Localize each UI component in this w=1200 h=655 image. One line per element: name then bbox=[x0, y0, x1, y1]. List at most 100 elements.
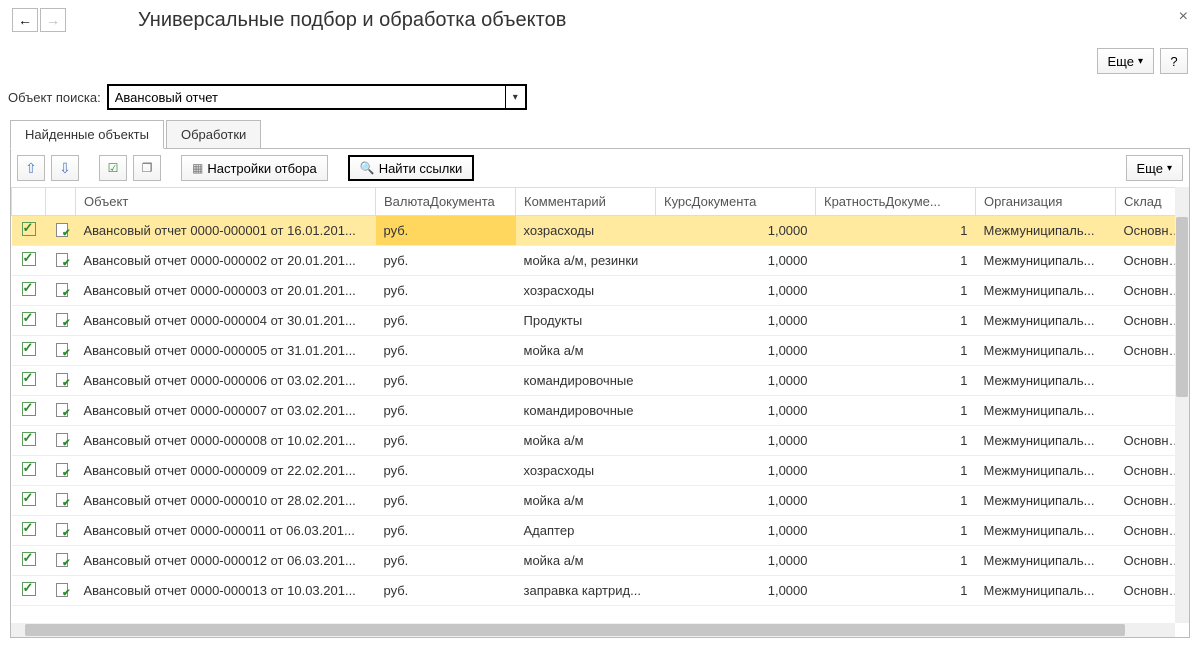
cell-mult: 1 bbox=[816, 516, 976, 546]
more-label: Еще bbox=[1137, 161, 1163, 176]
cell-rate: 1,0000 bbox=[656, 486, 816, 516]
cell-currency: руб. bbox=[376, 456, 516, 486]
search-dropdown-toggle[interactable]: ▾ bbox=[505, 86, 525, 108]
cell-mult: 1 bbox=[816, 246, 976, 276]
document-icon bbox=[54, 222, 68, 236]
table-row[interactable]: Авансовый отчет 0000-000011 от 06.03.201… bbox=[12, 516, 1190, 546]
cell-org: Межмуниципаль... bbox=[976, 516, 1116, 546]
row-checkbox[interactable] bbox=[22, 582, 36, 596]
arrow-left-icon: ← bbox=[18, 12, 32, 28]
row-checkbox[interactable] bbox=[22, 552, 36, 566]
cell-object: Авансовый отчет 0000-000005 от 31.01.201… bbox=[76, 336, 376, 366]
filter-settings-button[interactable]: ▦ Настройки отбора bbox=[181, 155, 328, 181]
check-all-button[interactable]: ☑ bbox=[99, 155, 127, 181]
table-row[interactable]: Авансовый отчет 0000-000013 от 10.03.201… bbox=[12, 576, 1190, 606]
horizontal-scrollbar-thumb[interactable] bbox=[25, 624, 1125, 636]
cell-currency: руб. bbox=[376, 516, 516, 546]
row-checkbox[interactable] bbox=[22, 252, 36, 266]
cell-comment: мойка а/м, резинки bbox=[516, 246, 656, 276]
document-icon bbox=[54, 522, 68, 536]
copy-button[interactable]: ❐ bbox=[133, 155, 161, 181]
cell-object: Авансовый отчет 0000-000011 от 06.03.201… bbox=[76, 516, 376, 546]
cell-currency: руб. bbox=[376, 246, 516, 276]
cell-comment: хозрасходы bbox=[516, 276, 656, 306]
table-row[interactable]: Авансовый отчет 0000-000006 от 03.02.201… bbox=[12, 366, 1190, 396]
results-table: Объект ВалютаДокумента Комментарий КурсД… bbox=[11, 187, 1189, 606]
col-comment[interactable]: Комментарий bbox=[516, 188, 656, 216]
cell-currency: руб. bbox=[376, 216, 516, 246]
cell-comment: мойка а/м bbox=[516, 426, 656, 456]
col-currency[interactable]: ВалютаДокумента bbox=[376, 188, 516, 216]
search-label: Объект поиска: bbox=[8, 90, 101, 105]
horizontal-scrollbar[interactable] bbox=[11, 623, 1175, 637]
arrow-up-icon: ⇧ bbox=[25, 160, 37, 177]
forward-button[interactable]: → bbox=[40, 8, 66, 32]
page-title: Универсальные подбор и обработка объекто… bbox=[138, 9, 566, 32]
col-mult[interactable]: КратностьДокуме... bbox=[816, 188, 976, 216]
cell-currency: руб. bbox=[376, 306, 516, 336]
close-button[interactable]: × bbox=[1179, 8, 1188, 26]
cell-currency: руб. bbox=[376, 366, 516, 396]
cell-org: Межмуниципаль... bbox=[976, 426, 1116, 456]
table-row[interactable]: Авансовый отчет 0000-000001 от 16.01.201… bbox=[12, 216, 1190, 246]
row-checkbox[interactable] bbox=[22, 522, 36, 536]
col-check[interactable] bbox=[12, 188, 46, 216]
help-button[interactable]: ? bbox=[1160, 48, 1188, 74]
row-checkbox[interactable] bbox=[22, 222, 36, 236]
cell-mult: 1 bbox=[816, 396, 976, 426]
row-checkbox[interactable] bbox=[22, 432, 36, 446]
cell-org: Межмуниципаль... bbox=[976, 246, 1116, 276]
cell-rate: 1,0000 bbox=[656, 546, 816, 576]
cell-rate: 1,0000 bbox=[656, 276, 816, 306]
cell-mult: 1 bbox=[816, 426, 976, 456]
table-row[interactable]: Авансовый отчет 0000-000003 от 20.01.201… bbox=[12, 276, 1190, 306]
find-links-button[interactable]: 🔍 Найти ссылки bbox=[348, 155, 475, 181]
cell-mult: 1 bbox=[816, 576, 976, 606]
vertical-scrollbar[interactable] bbox=[1175, 187, 1189, 623]
table-row[interactable]: Авансовый отчет 0000-000009 от 22.02.201… bbox=[12, 456, 1190, 486]
vertical-scrollbar-thumb[interactable] bbox=[1176, 217, 1188, 397]
col-object[interactable]: Объект bbox=[76, 188, 376, 216]
cell-org: Межмуниципаль... bbox=[976, 306, 1116, 336]
cell-comment: Продукты bbox=[516, 306, 656, 336]
document-icon bbox=[54, 282, 68, 296]
search-input[interactable] bbox=[109, 86, 505, 108]
table-row[interactable]: Авансовый отчет 0000-000007 от 03.02.201… bbox=[12, 396, 1190, 426]
row-checkbox[interactable] bbox=[22, 402, 36, 416]
more-button-toolbar[interactable]: Еще ▾ bbox=[1126, 155, 1183, 181]
cell-object: Авансовый отчет 0000-000009 от 22.02.201… bbox=[76, 456, 376, 486]
row-checkbox[interactable] bbox=[22, 342, 36, 356]
move-up-button[interactable]: ⇧ bbox=[17, 155, 45, 181]
filter-label: Настройки отбора bbox=[207, 161, 316, 176]
tab-1[interactable]: Обработки bbox=[166, 120, 261, 149]
cell-object: Авансовый отчет 0000-000003 от 20.01.201… bbox=[76, 276, 376, 306]
more-button-top[interactable]: Еще ▾ bbox=[1097, 48, 1154, 74]
table-row[interactable]: Авансовый отчет 0000-000002 от 20.01.201… bbox=[12, 246, 1190, 276]
move-down-button[interactable]: ⇩ bbox=[51, 155, 79, 181]
cell-comment: командировочные bbox=[516, 366, 656, 396]
check-all-icon: ☑ bbox=[108, 161, 119, 175]
document-icon bbox=[54, 492, 68, 506]
search-combo[interactable]: ▾ bbox=[107, 84, 527, 110]
cell-object: Авансовый отчет 0000-000013 от 10.03.201… bbox=[76, 576, 376, 606]
table-row[interactable]: Авансовый отчет 0000-000004 от 30.01.201… bbox=[12, 306, 1190, 336]
table-row[interactable]: Авансовый отчет 0000-000008 от 10.02.201… bbox=[12, 426, 1190, 456]
table-row[interactable]: Авансовый отчет 0000-000010 от 28.02.201… bbox=[12, 486, 1190, 516]
table-row[interactable]: Авансовый отчет 0000-000012 от 06.03.201… bbox=[12, 546, 1190, 576]
row-checkbox[interactable] bbox=[22, 282, 36, 296]
col-org[interactable]: Организация bbox=[976, 188, 1116, 216]
table-row[interactable]: Авансовый отчет 0000-000005 от 31.01.201… bbox=[12, 336, 1190, 366]
col-icon[interactable] bbox=[46, 188, 76, 216]
row-checkbox[interactable] bbox=[22, 312, 36, 326]
cell-comment: заправка картрид... bbox=[516, 576, 656, 606]
row-checkbox[interactable] bbox=[22, 372, 36, 386]
back-button[interactable]: ← bbox=[12, 8, 38, 32]
row-checkbox[interactable] bbox=[22, 462, 36, 476]
cell-rate: 1,0000 bbox=[656, 426, 816, 456]
arrow-right-icon: → bbox=[46, 12, 60, 28]
cell-mult: 1 bbox=[816, 216, 976, 246]
tab-0[interactable]: Найденные объекты bbox=[10, 120, 164, 149]
col-rate[interactable]: КурсДокумента bbox=[656, 188, 816, 216]
row-checkbox[interactable] bbox=[22, 492, 36, 506]
cell-rate: 1,0000 bbox=[656, 516, 816, 546]
